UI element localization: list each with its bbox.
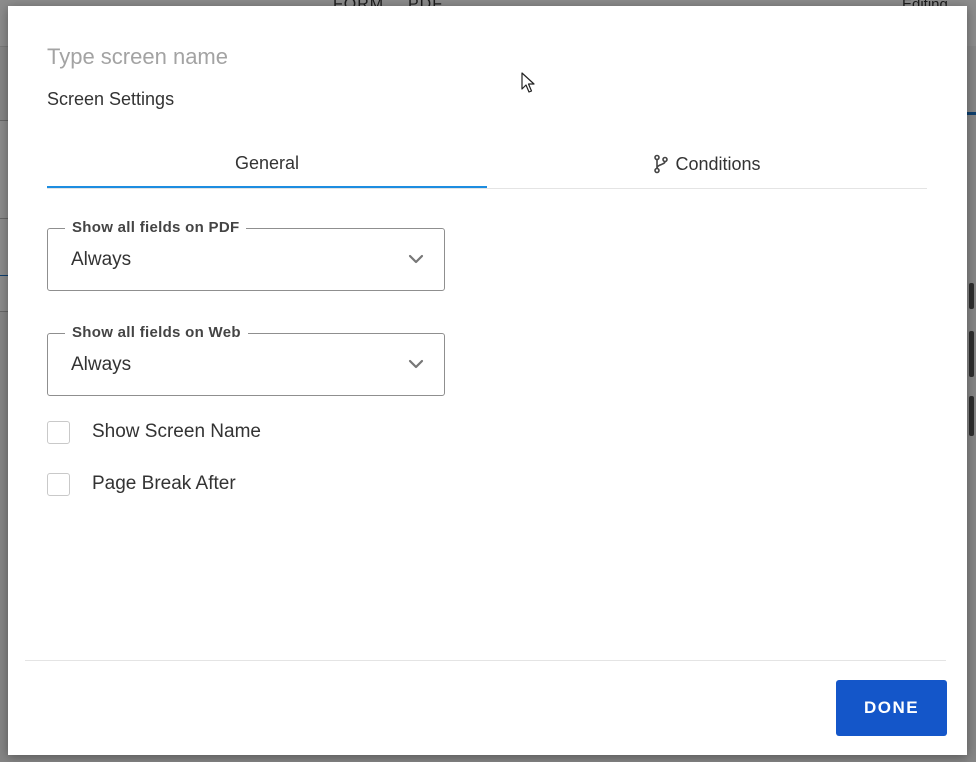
show-screen-name-option[interactable]: Show Screen Name bbox=[47, 419, 261, 445]
pdf-visibility-value: Always bbox=[71, 249, 132, 270]
mouse-pointer-icon bbox=[521, 72, 535, 93]
show-screen-name-checkbox[interactable] bbox=[47, 420, 70, 444]
tab-general[interactable]: General bbox=[47, 140, 487, 188]
tab-conditions-label: Conditions bbox=[675, 153, 761, 174]
screen-settings-label: Screen Settings bbox=[47, 89, 175, 109]
tab-conditions[interactable]: Conditions bbox=[487, 140, 927, 188]
show-screen-name-label: Show Screen Name bbox=[92, 421, 261, 442]
footer-divider bbox=[25, 660, 946, 661]
pdf-visibility-legend: Show all fields on PDF bbox=[65, 219, 247, 236]
web-visibility-select[interactable]: Show all fields on Web Always bbox=[47, 324, 445, 396]
done-button[interactable]: DONE bbox=[836, 680, 947, 736]
page-break-after-option[interactable]: Page Break After bbox=[47, 471, 236, 497]
page-break-after-checkbox[interactable] bbox=[47, 472, 70, 496]
pdf-visibility-select[interactable]: Show all fields on PDF Always bbox=[47, 219, 445, 291]
screen-name-input[interactable] bbox=[47, 40, 567, 74]
branch-icon bbox=[654, 154, 669, 174]
settings-tabs: General Conditions bbox=[47, 140, 927, 189]
chevron-down-icon bbox=[408, 254, 424, 264]
screen-settings-dialog: Screen Settings General Conditions Show … bbox=[8, 6, 967, 755]
chevron-down-icon bbox=[408, 359, 424, 369]
web-visibility-value: Always bbox=[71, 354, 132, 375]
tab-general-label: General bbox=[234, 152, 300, 173]
web-visibility-legend: Show all fields on Web bbox=[65, 324, 248, 341]
page-break-after-label: Page Break After bbox=[92, 473, 236, 494]
